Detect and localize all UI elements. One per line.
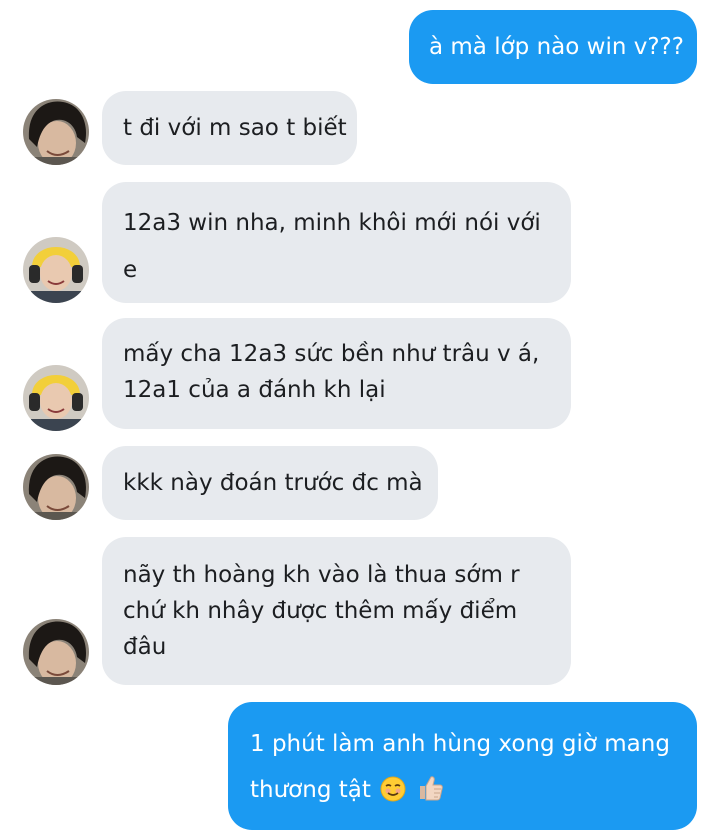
message-text-line: thương tật — [250, 770, 697, 815]
message-bubble-incoming[interactable]: kkk này đoán trước đc mà — [102, 446, 438, 520]
message-bubble-outgoing[interactable]: à mà lớp nào win v??? — [409, 10, 697, 84]
avatar-boy-long-hair[interactable] — [23, 619, 89, 685]
avatar-boy-long-hair[interactable] — [23, 99, 89, 165]
message-text-line: 12a1 của a đánh kh lại — [123, 377, 386, 403]
message-text-line: nãy th hoàng kh vào là thua sớm r — [123, 562, 520, 588]
avatar-girl-yellow-headphones[interactable] — [23, 365, 89, 431]
message-bubble-incoming[interactable]: nãy th hoàng kh vào là thua sớm r chứ kh… — [102, 537, 571, 685]
message-bubble-incoming[interactable]: t đi với m sao t biết — [102, 91, 357, 165]
message-text: thương tật — [250, 777, 371, 803]
message-text-line: mấy cha 12a3 sức bền như trâu v á, — [123, 341, 540, 367]
avatar-girl-yellow-headphones[interactable] — [23, 237, 89, 303]
thumbs-up-icon — [416, 774, 444, 815]
message-text-line: 1 phút làm anh hùng xong giờ mang — [250, 731, 670, 757]
message-text: t đi với m sao t biết — [123, 115, 347, 141]
message-text-line: đâu — [123, 634, 167, 660]
avatar-boy-long-hair[interactable] — [23, 454, 89, 520]
message-text-line: 12a3 win nha, minh khôi mới nói với — [123, 210, 541, 236]
chat-thread: à mà lớp nào win v??? t đi với m sao t b… — [0, 0, 720, 839]
message-text-line: chứ kh nhây được thêm mấy điểm — [123, 598, 518, 624]
message-text-line: e — [123, 257, 138, 283]
message-bubble-outgoing[interactable]: 1 phút làm anh hùng xong giờ mang thương… — [228, 702, 697, 830]
message-text: à mà lớp nào win v??? — [429, 34, 684, 60]
smiling-face-icon — [380, 775, 406, 815]
message-bubble-incoming[interactable]: mấy cha 12a3 sức bền như trâu v á, 12a1 … — [102, 318, 571, 429]
message-text: kkk này đoán trước đc mà — [123, 470, 423, 496]
message-bubble-incoming[interactable]: 12a3 win nha, minh khôi mới nói với e — [102, 182, 571, 303]
